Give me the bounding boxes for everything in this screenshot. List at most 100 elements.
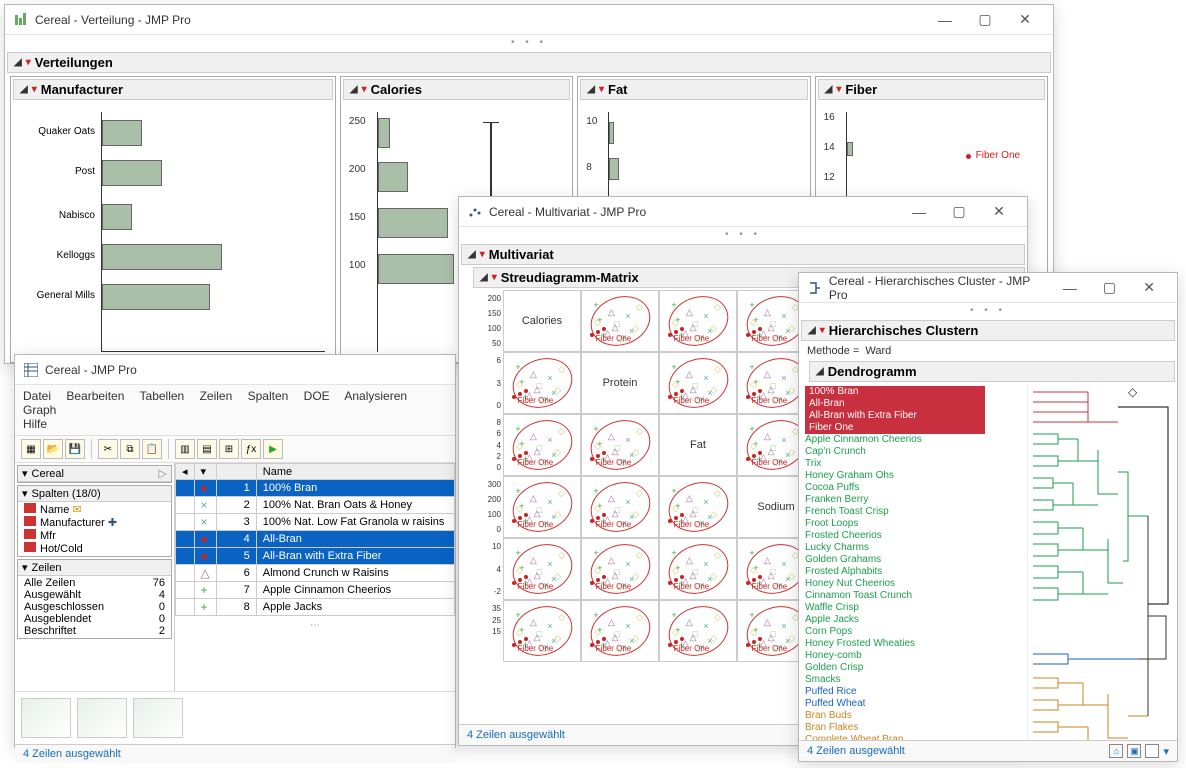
layers-icon[interactable]: ▣: [1127, 744, 1141, 758]
matrix-cell[interactable]: Fat: [659, 414, 737, 476]
menu-analysieren[interactable]: Analysieren: [344, 389, 407, 403]
section-dendrogramm[interactable]: ◢ Dendrogramm: [809, 361, 1175, 382]
menu-hilfe[interactable]: Hilfe: [23, 417, 47, 431]
section-multivariat[interactable]: ◢ ▾ Multivariat: [461, 244, 1025, 265]
tool-fit[interactable]: ⊞: [219, 439, 239, 459]
menu-doe[interactable]: DOE: [304, 389, 330, 403]
cluster-item[interactable]: Corn Pops: [805, 626, 1021, 638]
zeilen-row[interactable]: Alle Zeilen76: [22, 577, 167, 589]
col-rownum[interactable]: [216, 464, 256, 480]
menu-datei[interactable]: Datei: [23, 389, 51, 403]
menu-graph[interactable]: Graph: [23, 403, 56, 417]
outlier-point[interactable]: [966, 154, 971, 159]
close-button[interactable]: ✕: [1005, 5, 1045, 35]
hotspot-icon[interactable]: ▾: [22, 487, 28, 500]
thumb-2[interactable]: [77, 698, 127, 738]
zeilen-row[interactable]: Ausgewählt4: [22, 589, 167, 601]
panel-spalten[interactable]: ▾Spalten (18/0) Name ✉ Manufacturer ✚ Mf…: [17, 485, 172, 557]
panel-head-manufacturer[interactable]: ◢ ▾ Manufacturer: [13, 79, 333, 100]
matrix-cell[interactable]: +×△◇□+×△◇□+×△◇Fiber One: [581, 290, 659, 352]
matrix-cell[interactable]: +×△◇□+×△◇□+×△◇Fiber One: [659, 600, 737, 662]
hotspot-icon[interactable]: ▾: [480, 249, 485, 260]
cluster-item[interactable]: Cocoa Puffs: [805, 482, 1021, 494]
minimize-button[interactable]: —: [899, 197, 939, 227]
cluster-item[interactable]: Puffed Rice: [805, 686, 1021, 698]
cluster-item[interactable]: Frosted Cheerios: [805, 530, 1021, 542]
cluster-item[interactable]: Golden Crisp: [805, 662, 1021, 674]
cluster-item[interactable]: Lucky Charms: [805, 542, 1021, 554]
matrix-cell[interactable]: +×△◇□+×△◇□+×△◇Fiber One: [581, 600, 659, 662]
matrix-cell[interactable]: +×△◇□+×△◇□+×△◇Fiber One: [659, 290, 737, 352]
menu-bearbeiten[interactable]: Bearbeiten: [66, 389, 124, 403]
panel-cereal[interactable]: ▾Cereal▷: [17, 465, 172, 483]
tool-open[interactable]: 📂: [43, 439, 63, 459]
disclosure-icon[interactable]: ◢: [14, 57, 22, 68]
thumbnail-strip[interactable]: [15, 691, 455, 744]
tool-dist[interactable]: ▥: [175, 439, 195, 459]
hotspot-icon[interactable]: ▾: [22, 467, 28, 480]
box-icon[interactable]: [1145, 744, 1159, 758]
matrix-cell[interactable]: Calories: [503, 290, 581, 352]
table-row[interactable]: ×3100% Nat. Low Fat Granola w raisins: [176, 514, 455, 531]
table-row[interactable]: ●4All-Bran: [176, 531, 455, 548]
cluster-item[interactable]: Franken Berry: [805, 494, 1021, 506]
disclosure-icon[interactable]: ◢: [468, 249, 476, 260]
matrix-cell[interactable]: +×△◇□+×△◇□+×△◇Fiber One: [659, 352, 737, 414]
tool-formula[interactable]: ƒx: [241, 439, 261, 459]
hotspot-icon[interactable]: ▾: [599, 84, 604, 95]
chart-manufacturer[interactable]: Quaker Oats Post Nabisco Kelloggs Genera…: [11, 102, 335, 362]
matrix-cell[interactable]: +×△◇□+×△◇□+×△◇Fiber One: [659, 476, 737, 538]
hotspot-icon[interactable]: ▾: [362, 84, 367, 95]
disclosure-icon[interactable]: ◢: [808, 325, 816, 336]
thumb-1[interactable]: [21, 698, 71, 738]
zeilen-row[interactable]: Beschriftet2: [22, 625, 167, 637]
cluster-item[interactable]: Smacks: [805, 674, 1021, 686]
matrix-cell[interactable]: +×△◇□+×△◇□+×△◇Fiber One: [503, 476, 581, 538]
titlebar-datatable[interactable]: Cereal - JMP Pro: [15, 355, 455, 385]
hotspot-icon[interactable]: ▾: [836, 84, 841, 95]
cluster-item[interactable]: Honey Nut Cheerios: [805, 578, 1021, 590]
matrix-cell[interactable]: +×△◇□+×△◇□+×△◇Fiber One: [581, 538, 659, 600]
cluster-item[interactable]: Honey-comb: [805, 650, 1021, 662]
tool-paste[interactable]: 📋: [142, 439, 162, 459]
cluster-item[interactable]: Bran Flakes: [805, 722, 1021, 734]
cluster-item[interactable]: Frosted Alphabits: [805, 566, 1021, 578]
close-button[interactable]: ✕: [979, 197, 1019, 227]
section-cluster[interactable]: ◢ ▾ Hierarchisches Clustern: [801, 320, 1175, 341]
panel-head-fiber[interactable]: ◢ ▾ Fiber: [818, 79, 1045, 100]
tool-run[interactable]: ▶: [263, 439, 283, 459]
hotspot-icon[interactable]: ▾: [820, 325, 825, 336]
titlebar-distribution[interactable]: Cereal - Verteilung - JMP Pro — ▢ ✕: [5, 5, 1053, 35]
section-verteilungen[interactable]: ◢ ▾ Verteilungen: [7, 52, 1051, 73]
dendrogram-tree[interactable]: ◇: [1027, 384, 1177, 744]
col-corner[interactable]: ◂: [176, 464, 195, 480]
titlebar-multivariate[interactable]: Cereal - Multivariat - JMP Pro — ▢ ✕: [459, 197, 1027, 227]
disclosure-icon[interactable]: ◢: [816, 366, 824, 377]
dropdown-icon[interactable]: ▾: [1163, 745, 1169, 758]
titlebar-cluster[interactable]: Cereal - Hierarchisches Cluster - JMP Pr…: [799, 273, 1177, 303]
maximize-button[interactable]: ▢: [965, 5, 1005, 35]
matrix-cell[interactable]: +×△◇□+×△◇□+×△◇Fiber One: [659, 538, 737, 600]
cluster-item[interactable]: Cap'n Crunch: [805, 446, 1021, 458]
disclosure-icon[interactable]: ◢: [825, 84, 833, 95]
cluster-item[interactable]: Honey Graham Ohs: [805, 470, 1021, 482]
disclosure-icon[interactable]: ◢: [480, 272, 488, 283]
cluster-item[interactable]: 100% Bran: [805, 386, 985, 398]
disclosure-icon[interactable]: ◢: [587, 84, 595, 95]
table-row[interactable]: ×2100% Nat. Bran Oats & Honey: [176, 497, 455, 514]
toolbar[interactable]: ▦ 📂 💾 ✂ ⧉ 📋 ▥ ▤ ⊞ ƒx ▶: [15, 436, 455, 463]
cluster-item[interactable]: Fiber One: [805, 422, 985, 434]
grip-dots[interactable]: • • •: [459, 227, 1027, 242]
table-row[interactable]: ●1100% Bran: [176, 480, 455, 497]
panel-zeilen[interactable]: ▾Zeilen Alle Zeilen76Ausgewählt4Ausgesch…: [17, 559, 172, 639]
hotspot-icon[interactable]: ▾: [492, 272, 497, 283]
close-button[interactable]: ✕: [1129, 273, 1169, 303]
tool-save[interactable]: 💾: [65, 439, 85, 459]
data-grid-area[interactable]: ◂ ▾ Name ●1100% Bran×2100% Nat. Bran Oat…: [175, 463, 455, 691]
zeilen-row[interactable]: Ausgeblendet0: [22, 613, 167, 625]
cluster-item[interactable]: Bran Buds: [805, 710, 1021, 722]
table-row[interactable]: +7Apple Cinnamon Cheerios: [176, 582, 455, 599]
menu-tabellen[interactable]: Tabellen: [140, 389, 185, 403]
cluster-labels[interactable]: 100% BranAll-BranAll-Bran with Extra Fib…: [799, 384, 1027, 744]
window-cluster[interactable]: Cereal - Hierarchisches Cluster - JMP Pr…: [798, 272, 1178, 762]
